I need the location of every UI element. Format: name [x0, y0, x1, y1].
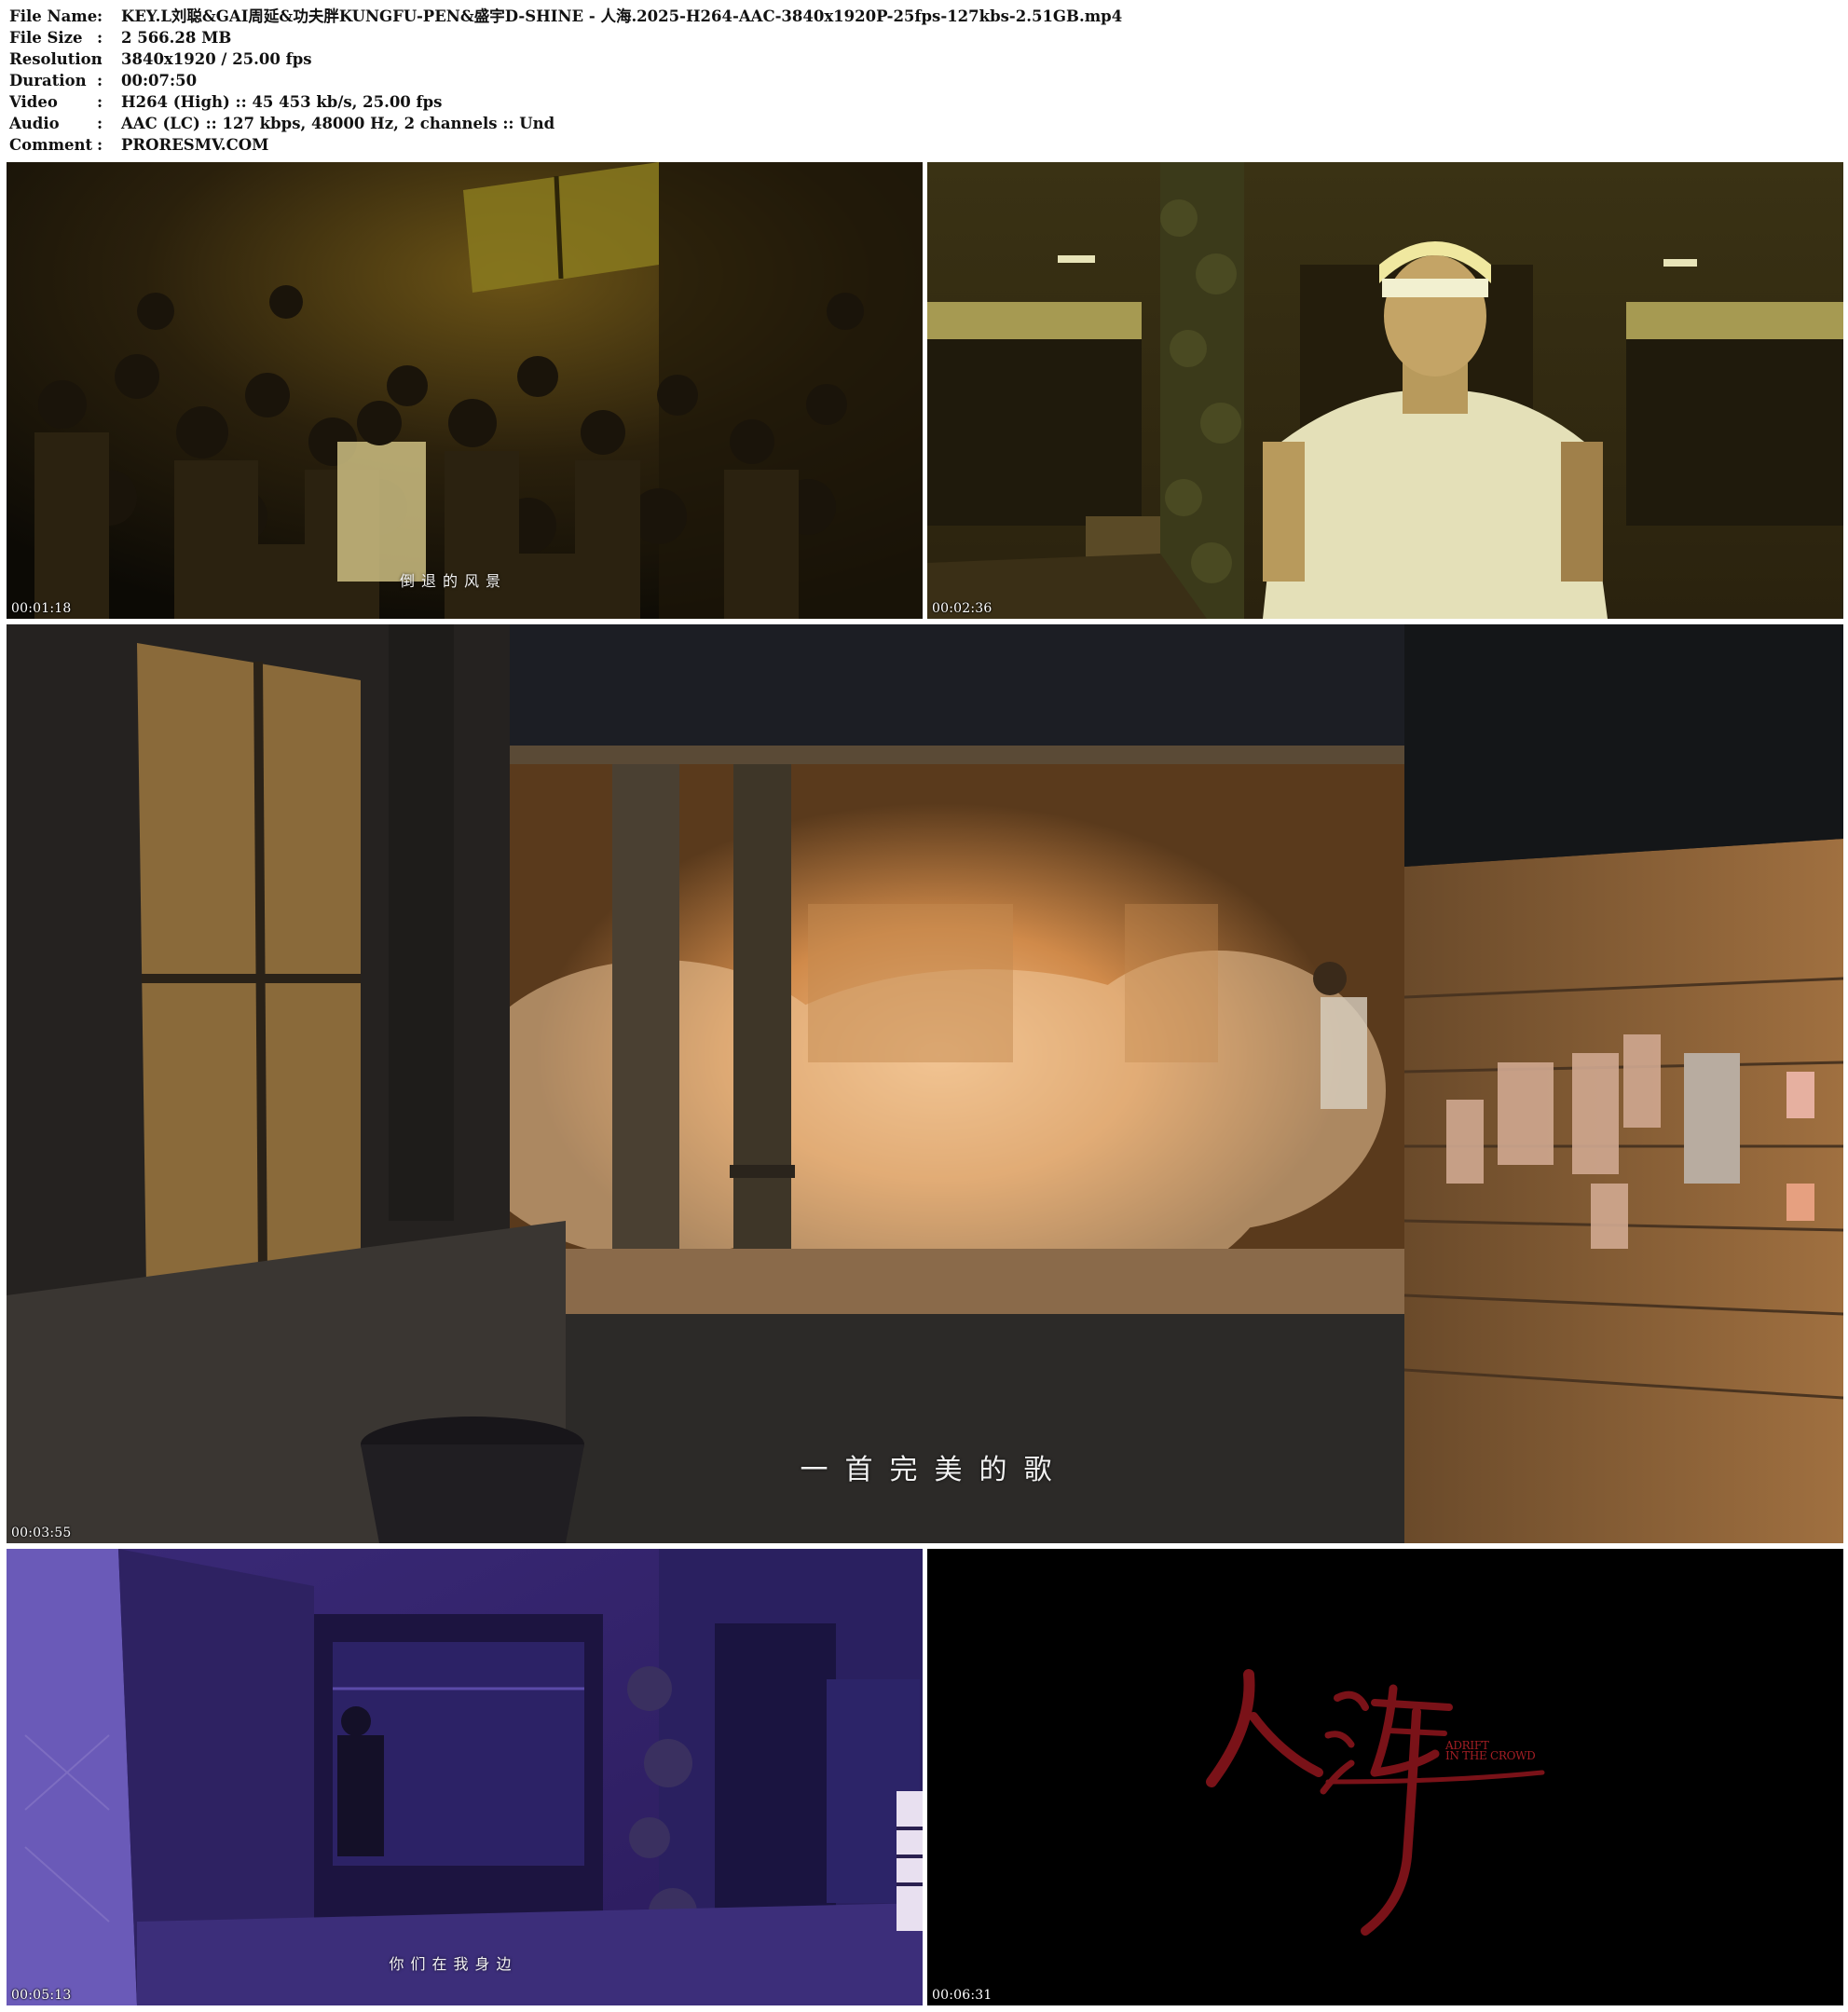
info-key: Audio	[9, 115, 60, 132]
info-value: AAC (LC) :: 127 kbps, 48000 Hz, 2 channe…	[121, 115, 555, 132]
info-key: Comment	[9, 136, 93, 154]
info-row-file-name: File Name : KEY.L刘聪&GAI周延&功夫胖KUNGFU-PEN&…	[9, 6, 1836, 27]
info-row-audio: Audio : AAC (LC) :: 127 kbps, 48000 Hz, …	[9, 113, 1836, 134]
thumbnail-smoke-alley: 一首完美的歌 00:03:55	[7, 624, 1843, 1543]
timestamp: 00:02:36	[932, 601, 992, 616]
info-value: 3840x1920 / 25.00 fps	[121, 50, 312, 68]
tagline-line-2: IN THE CROWD	[1445, 1749, 1536, 1762]
crowd-scene-image	[7, 162, 923, 619]
info-separator: :	[97, 50, 103, 68]
info-value: KEY.L刘聪&GAI周延&功夫胖KUNGFU-PEN&盛宇D-SHINE - …	[121, 7, 1123, 25]
subtitle-text: 倒退的风景	[399, 572, 507, 590]
info-value: 2 566.28 MB	[121, 29, 232, 47]
info-row-duration: Duration : 00:07:50	[9, 70, 1836, 91]
info-separator: :	[97, 29, 103, 47]
purple-alley-scene-image	[7, 1549, 923, 2005]
thumbnail-purple-alley: 你们在我身边 00:05:13	[7, 1549, 923, 2005]
timestamp: 00:05:13	[11, 1988, 72, 2003]
info-key: Duration	[9, 72, 87, 89]
info-key: Resolution	[9, 50, 103, 68]
thumbnail-crowd: 倒退的风景 00:01:18	[7, 162, 923, 619]
info-key: Video	[9, 93, 58, 111]
title-tagline: ADRIFT IN THE CROWD	[1445, 1740, 1536, 1762]
smoke-alley-scene-image	[7, 624, 1843, 1543]
info-separator: :	[97, 72, 103, 89]
performer-scene-image	[927, 162, 1843, 619]
info-separator: :	[97, 7, 103, 25]
subtitle-text: 你们在我身边	[389, 1955, 518, 1973]
subtitle-text: 一首完美的歌	[800, 1454, 1069, 1486]
info-row-comment: Comment : PRORESMV.COM	[9, 134, 1836, 156]
title-logo	[1206, 1669, 1545, 1936]
info-value: PRORESMV.COM	[121, 136, 269, 154]
file-info-block: File Name : KEY.L刘聪&GAI周延&功夫胖KUNGFU-PEN&…	[9, 6, 1836, 156]
info-row-resolution: Resolution : 3840x1920 / 25.00 fps	[9, 48, 1836, 70]
timestamp: 00:01:18	[11, 601, 72, 616]
timestamp: 00:03:55	[11, 1526, 72, 1540]
thumbnail-performer: 00:02:36	[927, 162, 1843, 619]
info-separator: :	[97, 115, 103, 132]
timestamp: 00:06:31	[932, 1988, 992, 2003]
info-key: File Name	[9, 7, 98, 25]
info-value: 00:07:50	[121, 72, 198, 89]
info-row-video: Video : H264 (High) :: 45 453 kb/s, 25.0…	[9, 91, 1836, 113]
info-key: File Size	[9, 29, 83, 47]
info-separator: :	[97, 93, 103, 111]
thumbnail-title-card: ADRIFT IN THE CROWD 人海 00:06:31	[927, 1549, 1843, 2005]
info-separator: :	[97, 136, 103, 154]
info-row-file-size: File Size : 2 566.28 MB	[9, 27, 1836, 48]
info-value: H264 (High) :: 45 453 kb/s, 25.00 fps	[121, 93, 443, 111]
